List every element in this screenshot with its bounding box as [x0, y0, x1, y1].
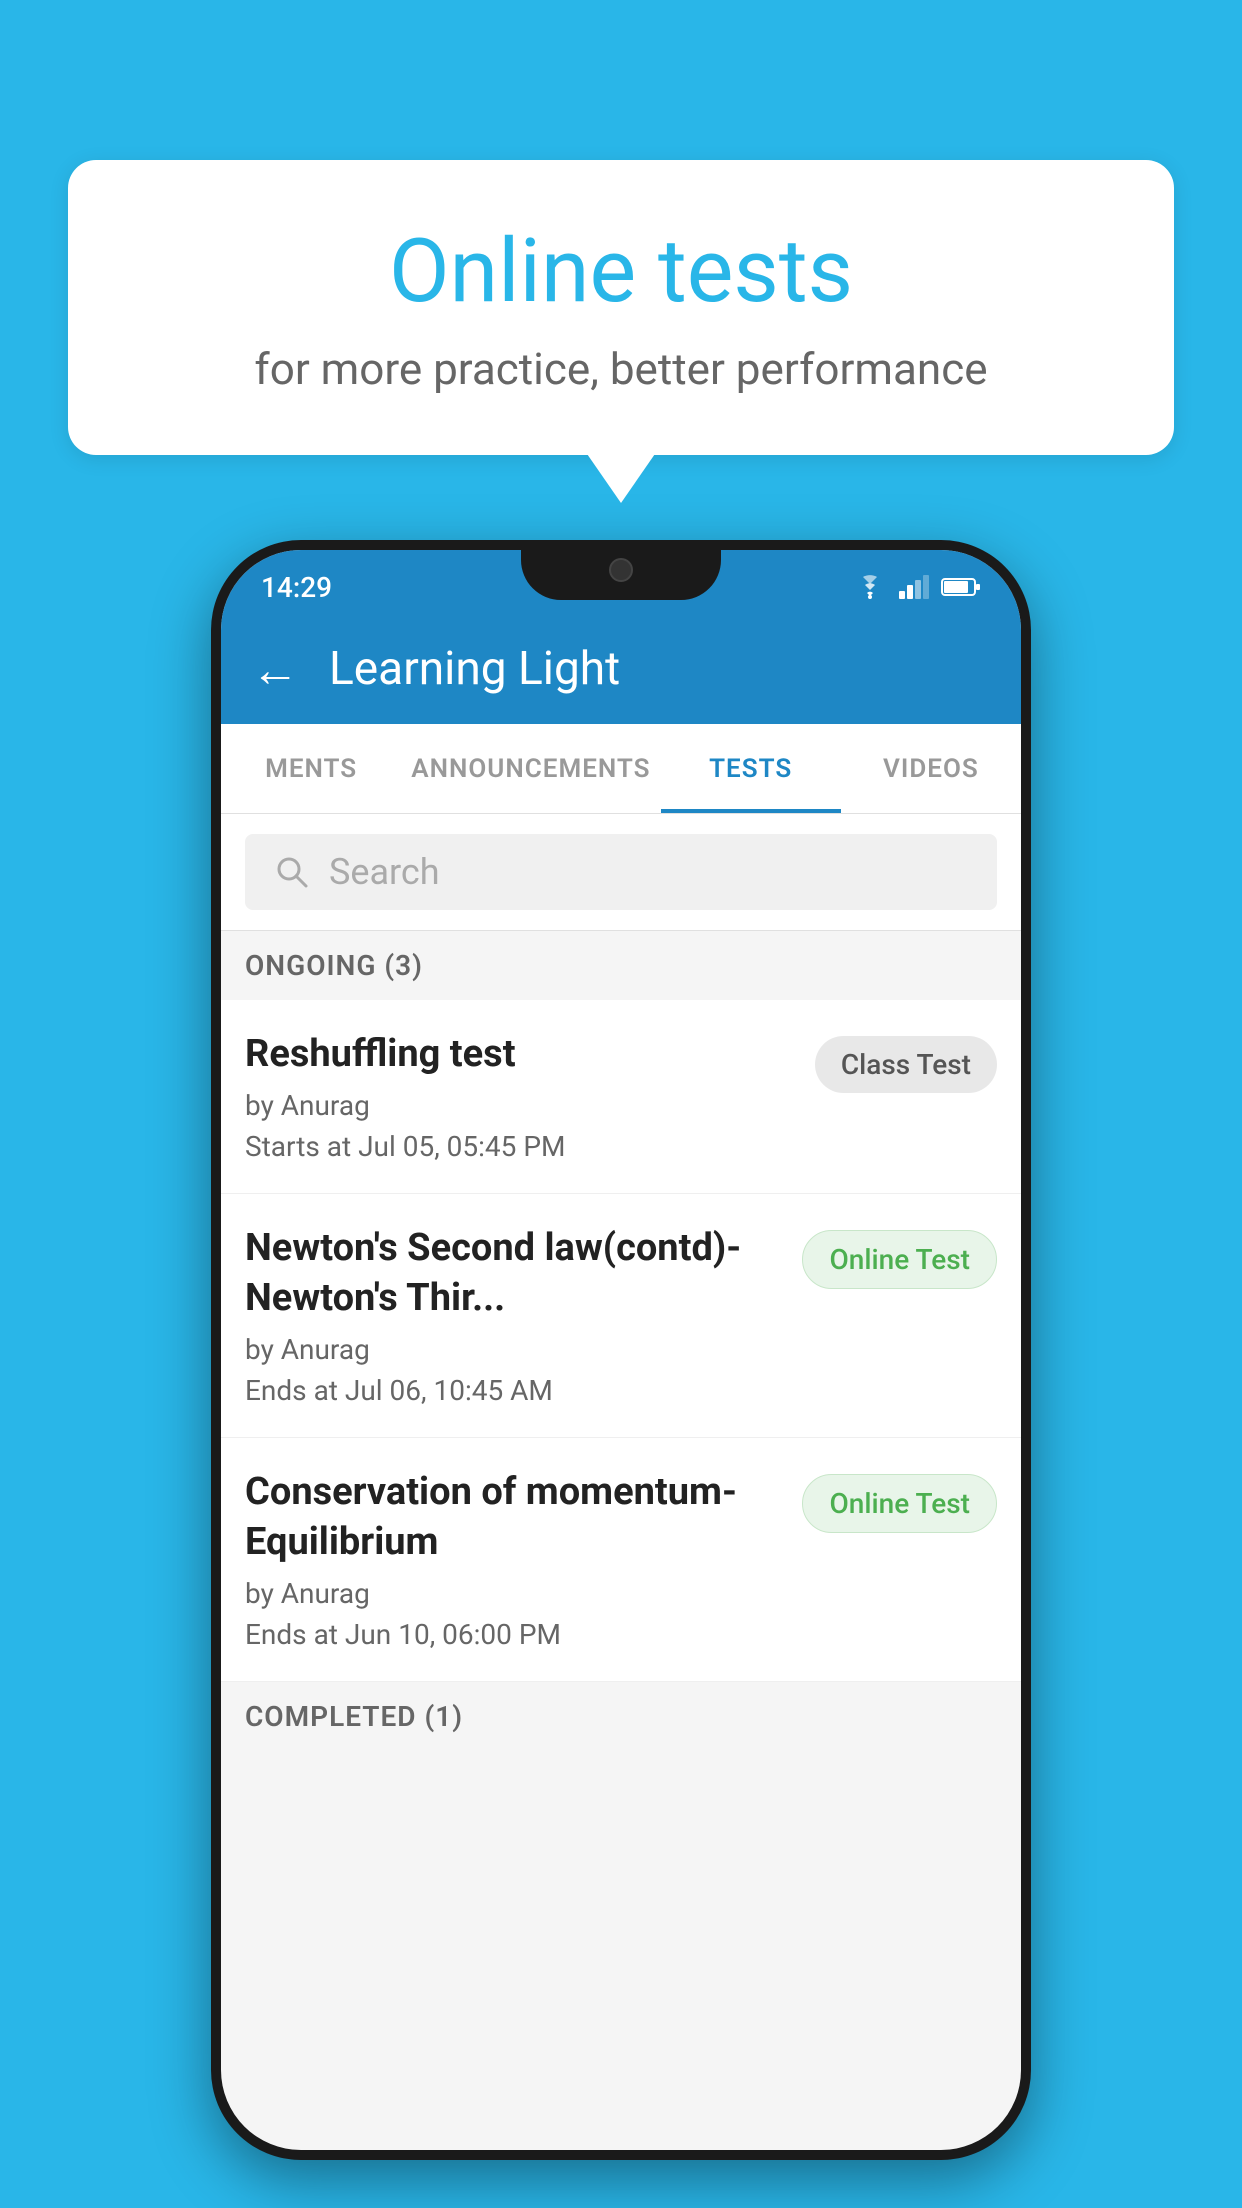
- tab-videos[interactable]: VIDEOS: [841, 724, 1021, 813]
- speech-bubble: Online tests for more practice, better p…: [68, 160, 1174, 455]
- tab-tests[interactable]: TESTS: [661, 724, 841, 813]
- speech-bubble-title: Online tests: [148, 220, 1094, 323]
- test-author-2: by Anurag: [245, 1333, 782, 1366]
- test-time-2: Ends at Jul 06, 10:45 AM: [245, 1374, 782, 1407]
- signal-icon: [899, 575, 929, 599]
- back-button[interactable]: ←: [251, 641, 299, 698]
- test-badge-1: Class Test: [815, 1036, 997, 1093]
- test-time-3: Ends at Jun 10, 06:00 PM: [245, 1618, 782, 1651]
- search-icon: [275, 855, 309, 889]
- test-time-value-2: Jul 06, 10:45 AM: [345, 1374, 553, 1407]
- test-time-label-2: Ends at: [245, 1374, 338, 1407]
- test-item-3[interactable]: Conservation of momentum-Equilibrium by …: [221, 1438, 1021, 1682]
- phone-container: 14:29: [211, 540, 1031, 2160]
- test-info-3: Conservation of momentum-Equilibrium by …: [245, 1468, 802, 1651]
- wifi-icon: [853, 574, 887, 600]
- phone-screen: 14:29: [221, 550, 1021, 2150]
- search-bar[interactable]: Search: [245, 834, 997, 910]
- battery-icon: [941, 577, 981, 597]
- speech-bubble-container: Online tests for more practice, better p…: [68, 160, 1174, 455]
- ongoing-section-header: ONGOING (3): [221, 931, 1021, 1000]
- test-author-1: by Anurag: [245, 1089, 795, 1122]
- search-placeholder: Search: [329, 851, 440, 893]
- test-info-1: Reshuffling test by Anurag Starts at Jul…: [245, 1030, 815, 1163]
- phone-frame: 14:29: [211, 540, 1031, 2160]
- phone-camera: [609, 558, 633, 582]
- completed-section-header: COMPLETED (1): [221, 1682, 1021, 1751]
- test-time-value-1: Jul 05, 05:45 PM: [358, 1130, 565, 1163]
- test-item-2[interactable]: Newton's Second law(contd)-Newton's Thir…: [221, 1194, 1021, 1438]
- test-time-value-3: Jun 10, 06:00 PM: [345, 1618, 561, 1651]
- status-time: 14:29: [261, 571, 332, 604]
- test-name-3: Conservation of momentum-Equilibrium: [245, 1468, 782, 1567]
- test-author-3: by Anurag: [245, 1577, 782, 1610]
- test-badge-3: Online Test: [802, 1474, 997, 1533]
- test-name-2: Newton's Second law(contd)-Newton's Thir…: [245, 1224, 782, 1323]
- app-title: Learning Light: [329, 642, 620, 696]
- tab-announcements[interactable]: ANNOUNCEMENTS: [401, 724, 660, 813]
- speech-bubble-subtitle: for more practice, better performance: [148, 343, 1094, 395]
- test-info-2: Newton's Second law(contd)-Newton's Thir…: [245, 1224, 802, 1407]
- test-time-1: Starts at Jul 05, 05:45 PM: [245, 1130, 795, 1163]
- search-container: Search: [221, 814, 1021, 931]
- status-icons: [853, 574, 981, 600]
- test-time-label-3: Ends at: [245, 1618, 338, 1651]
- phone-notch: [521, 540, 721, 600]
- test-badge-2: Online Test: [802, 1230, 997, 1289]
- test-name-1: Reshuffling test: [245, 1030, 795, 1079]
- tabs-bar: MENTS ANNOUNCEMENTS TESTS VIDEOS: [221, 724, 1021, 814]
- test-time-label-1: Starts at: [245, 1130, 351, 1163]
- app-header: ← Learning Light: [221, 614, 1021, 724]
- test-item-1[interactable]: Reshuffling test by Anurag Starts at Jul…: [221, 1000, 1021, 1194]
- tab-ments[interactable]: MENTS: [221, 724, 401, 813]
